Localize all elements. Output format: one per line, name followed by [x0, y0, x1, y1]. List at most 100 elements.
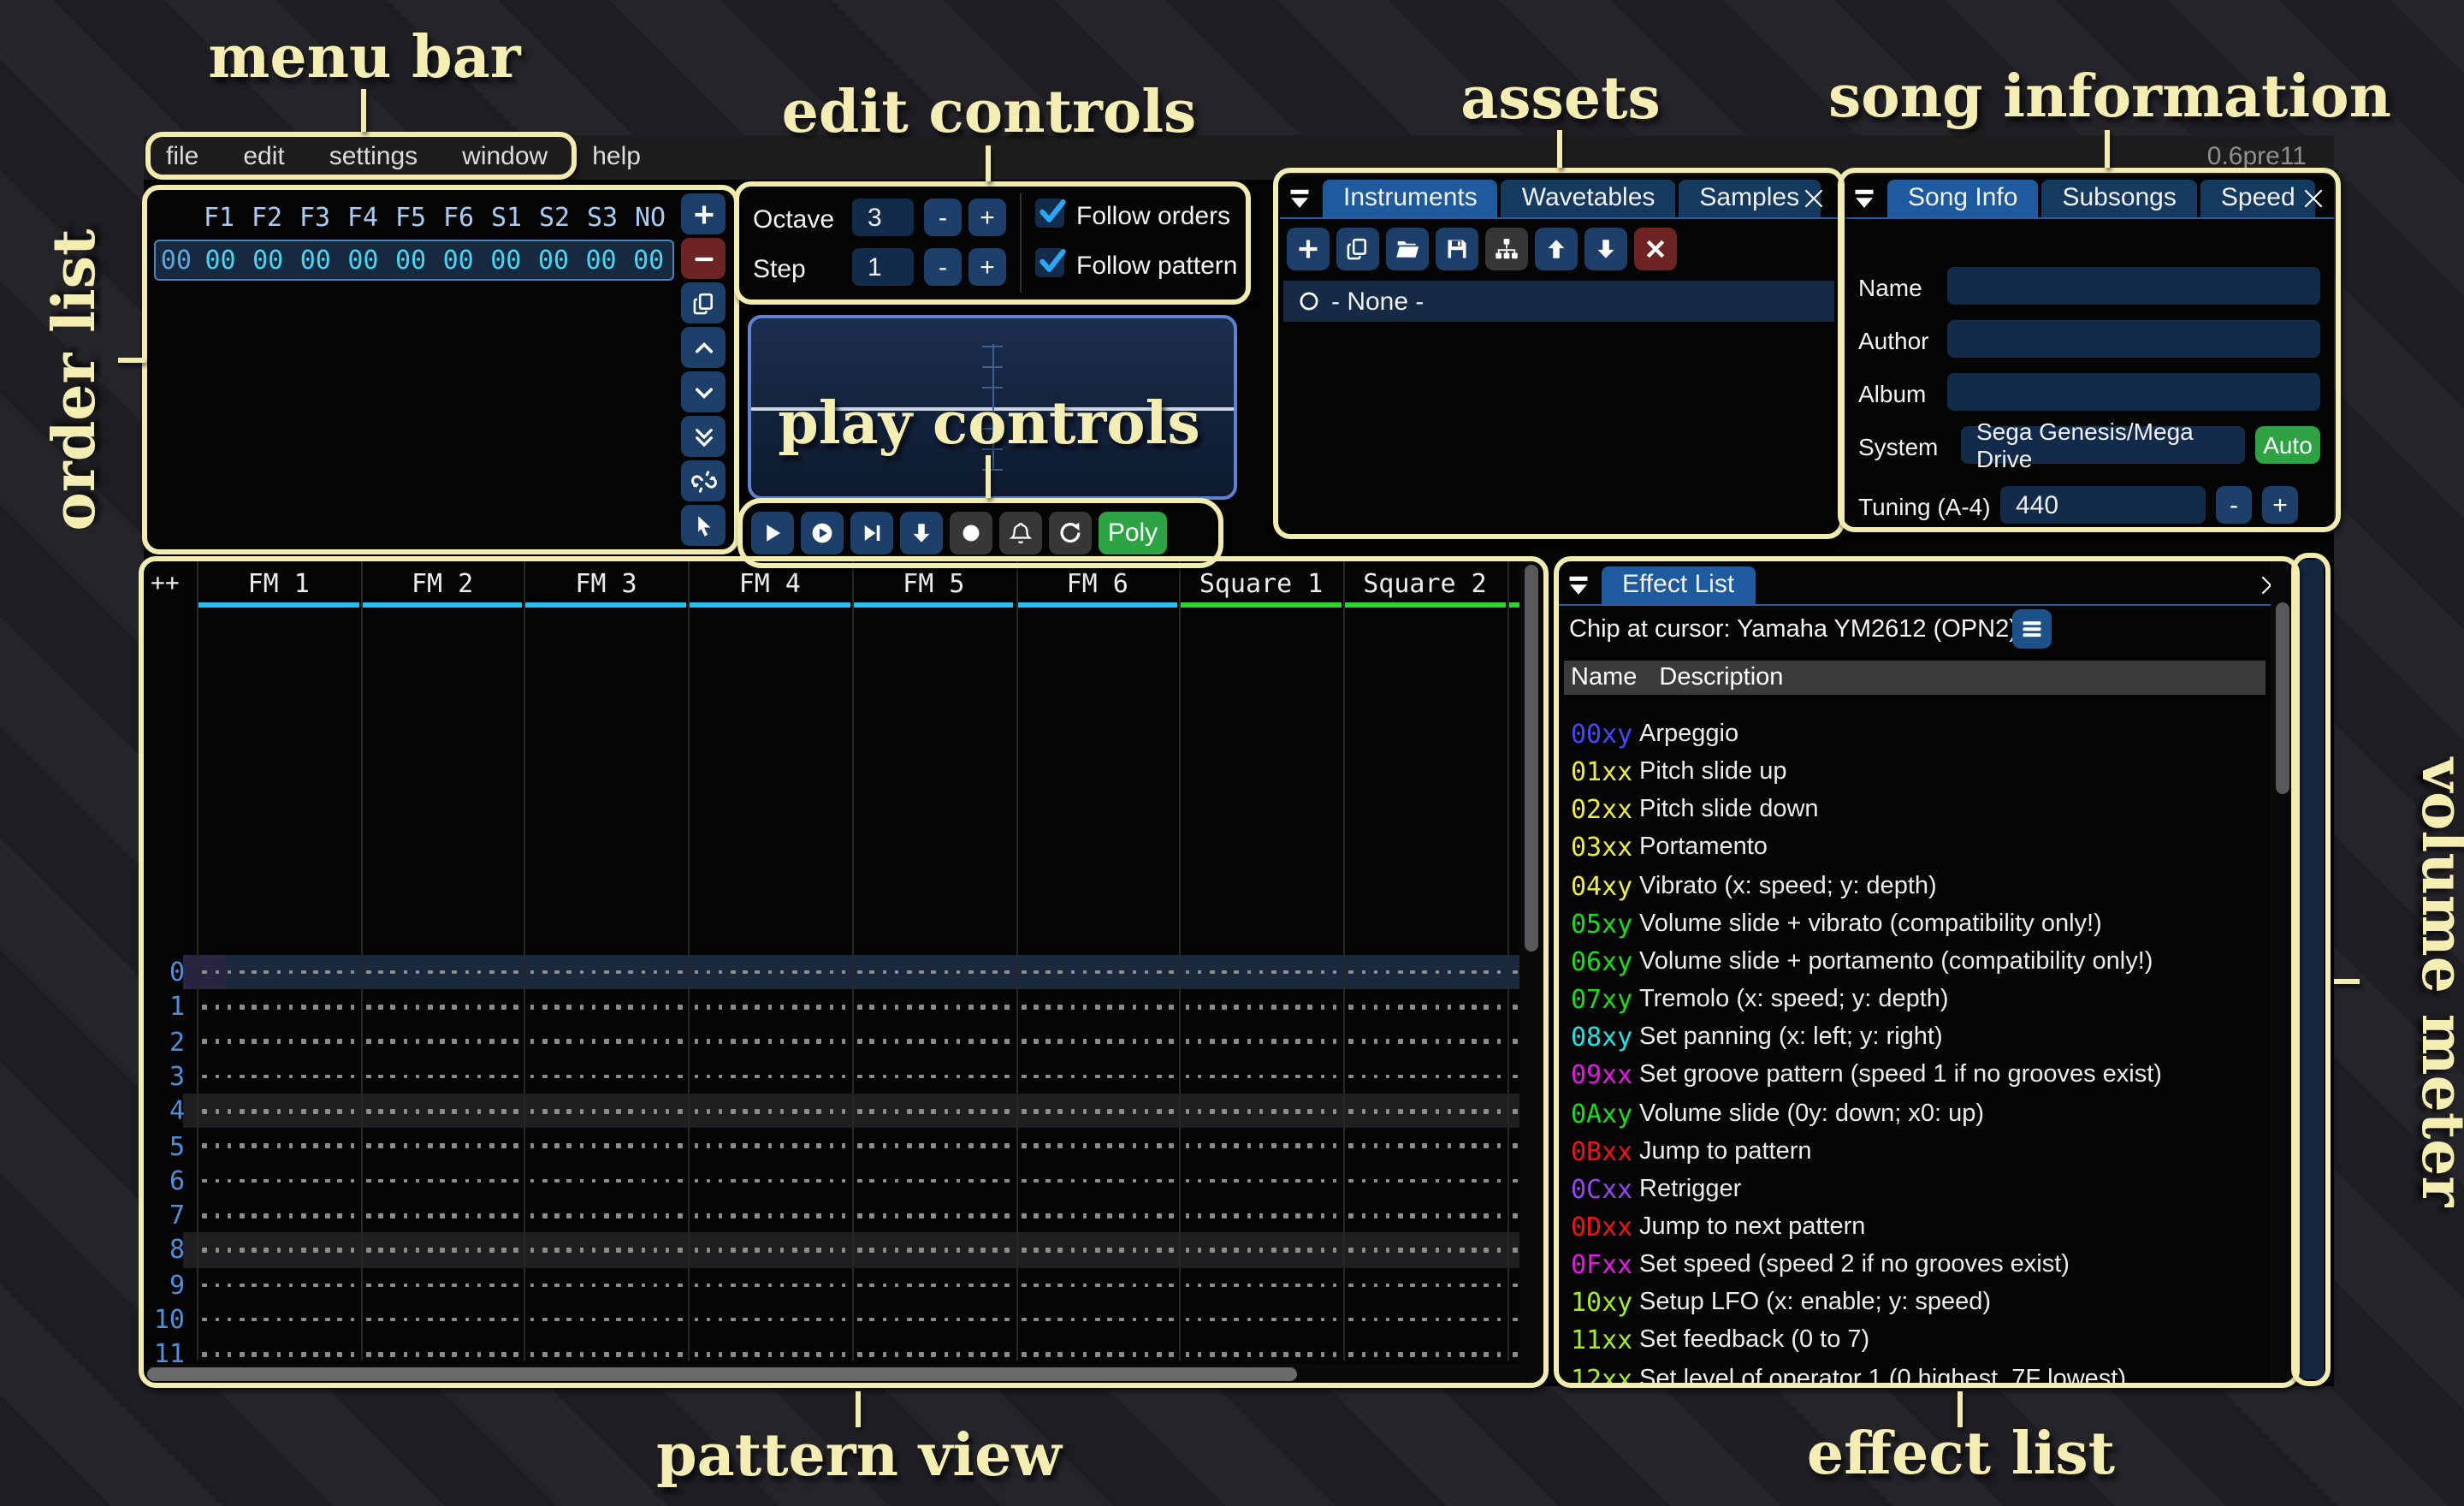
- pattern-cell[interactable]: [1179, 1233, 1342, 1268]
- effect-row-04xy[interactable]: 04xyVibrato (x: speed; y: depth): [1559, 867, 2264, 904]
- pattern-cell[interactable]: [1343, 990, 1507, 1025]
- order-cell[interactable]: 00: [197, 245, 245, 276]
- effect-row-10xy[interactable]: 10xySetup LFO (x: enable; y: speed): [1559, 1284, 2264, 1322]
- pattern-cell[interactable]: [1016, 1233, 1179, 1268]
- effect-row-05xy[interactable]: 05xyVolume slide + vibrato (compatibilit…: [1559, 905, 2264, 943]
- channel-header-fm-3[interactable]: FM 3: [524, 568, 688, 599]
- poly-button[interactable]: Poly: [1099, 512, 1167, 554]
- pattern-cell[interactable]: [1343, 1302, 1507, 1337]
- octave-value[interactable]: 3: [852, 199, 914, 236]
- remove-order-button[interactable]: [681, 238, 726, 279]
- channel-header-fm-6[interactable]: FM 6: [1016, 568, 1179, 599]
- step-row-button[interactable]: [900, 512, 943, 554]
- order-cell[interactable]: 00: [244, 245, 292, 276]
- pattern-cell[interactable]: [197, 1164, 360, 1199]
- effect-list-menu-button[interactable]: [2012, 609, 2052, 649]
- pattern-cell[interactable]: [524, 1198, 688, 1233]
- pattern-cell[interactable]: [1016, 1198, 1179, 1233]
- pattern-cell[interactable]: [197, 1129, 360, 1164]
- author-field[interactable]: [1947, 320, 2320, 358]
- pattern-cell[interactable]: [1343, 1129, 1507, 1164]
- effect-row-09xx[interactable]: 09xxSet groove pattern (speed 1 if no gr…: [1559, 1057, 2264, 1094]
- pattern-cell[interactable]: [1343, 1198, 1507, 1233]
- pattern-cell[interactable]: [852, 1302, 1016, 1337]
- pattern-cell[interactable]: [688, 1233, 851, 1268]
- pattern-cell[interactable]: [360, 1024, 524, 1059]
- pattern-cell[interactable]: [688, 1267, 851, 1302]
- pattern-cell[interactable]: [688, 1024, 851, 1059]
- channel-header-fm-1[interactable]: FM 1: [197, 568, 360, 599]
- channel-header-fm-2[interactable]: FM 2: [360, 568, 524, 599]
- system-value[interactable]: Sega Genesis/Mega Drive: [1961, 426, 2245, 464]
- pattern-cell[interactable]: [1179, 1024, 1342, 1059]
- pattern-cell[interactable]: [360, 1094, 524, 1129]
- close-icon[interactable]: [1800, 185, 1827, 212]
- pattern-cell[interactable]: [852, 1267, 1016, 1302]
- pattern-cell[interactable]: [1343, 955, 1507, 990]
- pattern-cell[interactable]: [360, 1129, 524, 1164]
- pattern-cell[interactable]: [852, 1024, 1016, 1059]
- duplicate-instrument-button[interactable]: [1336, 228, 1379, 270]
- instrument-list-item[interactable]: - None -: [1283, 281, 1834, 322]
- move-instrument-up-button[interactable]: [1535, 228, 1578, 270]
- pattern-cell[interactable]: [852, 1164, 1016, 1199]
- pattern-hscrollbar-thumb[interactable]: [147, 1367, 1297, 1381]
- effect-row-06xy[interactable]: 06xyVolume slide + portamento (compatibi…: [1559, 943, 2264, 981]
- pattern-cell[interactable]: [1179, 990, 1342, 1025]
- tuning-minus-button[interactable]: -: [2216, 486, 2252, 524]
- order-cell[interactable]: 00: [292, 245, 340, 276]
- collapse-icon[interactable]: [1566, 573, 1591, 599]
- pattern-cell[interactable]: [688, 1198, 851, 1233]
- instrument-folders-button[interactable]: [1485, 228, 1528, 270]
- pattern-cell[interactable]: [524, 1094, 688, 1129]
- move-order-up-button[interactable]: [681, 327, 726, 368]
- pattern-cell[interactable]: [1179, 1164, 1342, 1199]
- pattern-cell[interactable]: [688, 1302, 851, 1337]
- pattern-cell[interactable]: [360, 1267, 524, 1302]
- pattern-cell[interactable]: [1016, 1129, 1179, 1164]
- tab-subsongs[interactable]: Subsongs: [2041, 180, 2196, 217]
- octave-minus-button[interactable]: -: [924, 199, 962, 236]
- effect-row-0Axy[interactable]: 0AxyVolume slide (0y: down; x0: up): [1559, 1094, 2264, 1132]
- pattern-cell[interactable]: [360, 1302, 524, 1337]
- move-order-down-button[interactable]: [681, 371, 726, 412]
- tab-speed[interactable]: Speed: [2200, 180, 2316, 217]
- pattern-cell[interactable]: [360, 1233, 524, 1268]
- channel-header-fm-4[interactable]: FM 4: [688, 568, 851, 599]
- pattern-cell[interactable]: [197, 955, 360, 990]
- pattern-vscrollbar-thumb[interactable]: [1525, 565, 1538, 952]
- effect-row-0Bxx[interactable]: 0BxxJump to pattern: [1559, 1132, 2264, 1170]
- tuning-plus-button[interactable]: +: [2262, 486, 2298, 524]
- pattern-cell[interactable]: [1016, 1267, 1179, 1302]
- pattern-cell[interactable]: [688, 990, 851, 1025]
- step-plus-button[interactable]: +: [968, 248, 1006, 286]
- pattern-cell[interactable]: [852, 1129, 1016, 1164]
- pattern-cell[interactable]: [524, 1059, 688, 1094]
- pattern-cell[interactable]: [197, 1024, 360, 1059]
- effect-row-0Fxx[interactable]: 0FxxSet speed (speed 2 if no grooves exi…: [1559, 1246, 2264, 1284]
- menu-item-edit[interactable]: edit: [221, 135, 306, 180]
- follow-orders-checkbox[interactable]: [1035, 199, 1064, 228]
- repeat-pattern-button[interactable]: [1049, 512, 1092, 554]
- pattern-cell[interactable]: [1179, 1267, 1342, 1302]
- menu-item-help[interactable]: help: [570, 135, 663, 180]
- close-icon[interactable]: [2300, 185, 2327, 212]
- pattern-cell[interactable]: [524, 1233, 688, 1268]
- channel-header-square-1[interactable]: Square 1: [1179, 568, 1342, 599]
- pattern-cell[interactable]: [1343, 1024, 1507, 1059]
- move-instrument-down-button[interactable]: [1584, 228, 1627, 270]
- pattern-cell[interactable]: [1343, 1233, 1507, 1268]
- pattern-cell[interactable]: [688, 1164, 851, 1199]
- order-cell[interactable]: 00: [435, 245, 483, 276]
- pattern-cell[interactable]: [524, 1302, 688, 1337]
- pattern-cell[interactable]: [1016, 955, 1179, 990]
- pattern-cell[interactable]: [360, 1059, 524, 1094]
- pattern-cell[interactable]: [1343, 1164, 1507, 1199]
- pattern-vscrollbar[interactable]: [1519, 561, 1543, 1383]
- pattern-cell[interactable]: [1016, 1059, 1179, 1094]
- pattern-cell[interactable]: [852, 1198, 1016, 1233]
- delete-instrument-button[interactable]: [1634, 228, 1677, 270]
- pattern-cell[interactable]: [524, 955, 688, 990]
- pattern-cell[interactable]: [197, 1198, 360, 1233]
- edit-record-button[interactable]: [950, 512, 992, 554]
